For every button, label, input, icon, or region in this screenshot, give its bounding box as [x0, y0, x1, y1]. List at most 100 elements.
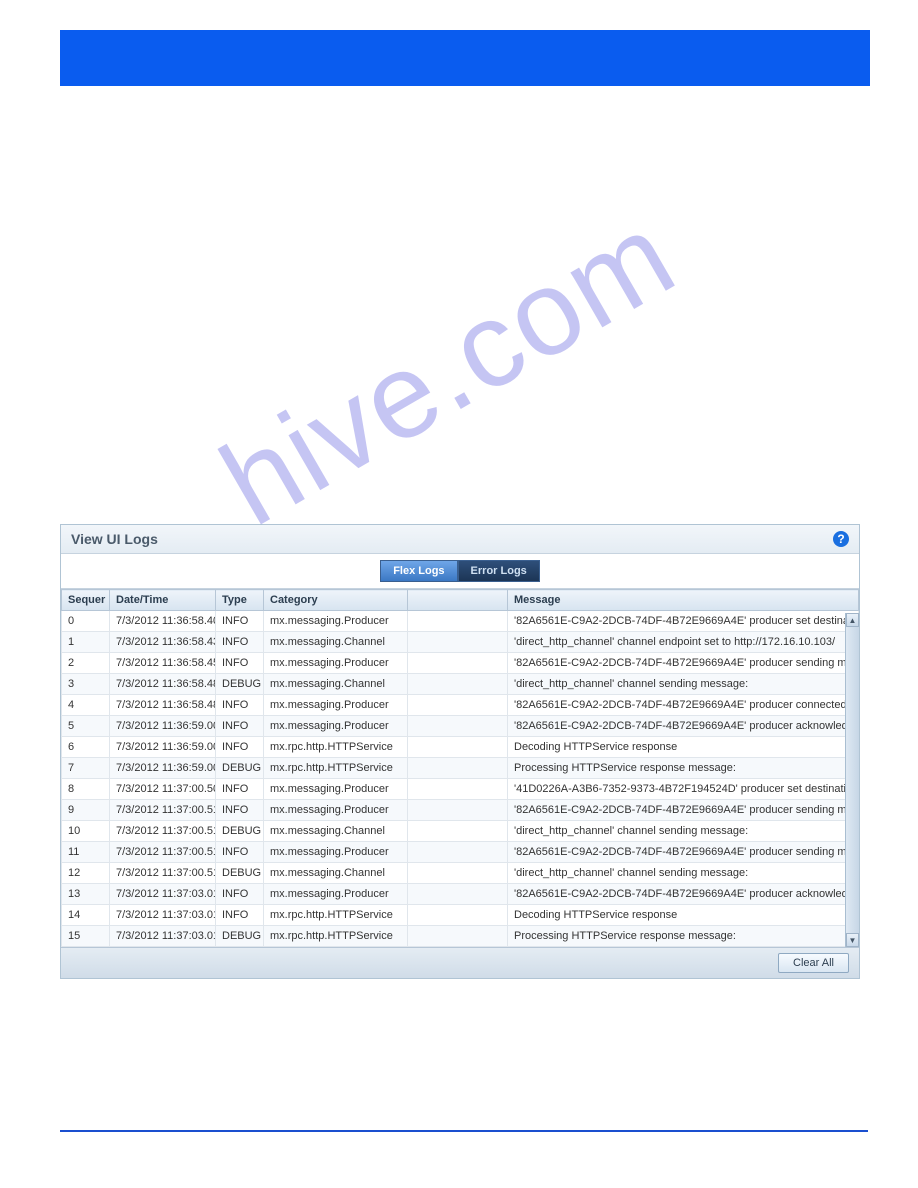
cell-cat: mx.messaging.Producer [264, 779, 408, 800]
cell-dt: 7/3/2012 11:36:58.48 [110, 695, 216, 716]
cell-seq: 6 [62, 737, 110, 758]
cell-seq: 3 [62, 674, 110, 695]
scroll-up-icon[interactable]: ▲ [846, 613, 859, 627]
cell-msg: '82A6561E-C9A2-2DCB-74DF-4B72E9669A4E' p… [508, 842, 859, 863]
table-row[interactable]: 147/3/2012 11:37:03.01INFOmx.rpc.http.HT… [62, 905, 859, 926]
table-row[interactable]: 127/3/2012 11:37:00.51DEBUGmx.messaging.… [62, 863, 859, 884]
table-row[interactable]: 117/3/2012 11:37:00.51INFOmx.messaging.P… [62, 842, 859, 863]
cell-spacer [408, 716, 508, 737]
cell-cat: mx.rpc.http.HTTPService [264, 737, 408, 758]
col-header-sequence[interactable]: Sequer [62, 590, 110, 611]
cell-msg: '82A6561E-C9A2-2DCB-74DF-4B72E9669A4E' p… [508, 611, 859, 632]
cell-dt: 7/3/2012 11:37:00.51 [110, 800, 216, 821]
scroll-down-icon[interactable]: ▼ [846, 933, 859, 947]
table-header-row: Sequer Date/Time Type Category Message [62, 590, 859, 611]
cell-msg: 'direct_http_channel' channel endpoint s… [508, 632, 859, 653]
cell-dt: 7/3/2012 11:36:58.45 [110, 653, 216, 674]
cell-type: INFO [216, 737, 264, 758]
tab-error-logs[interactable]: Error Logs [458, 560, 540, 582]
cell-spacer [408, 884, 508, 905]
table-row[interactable]: 67/3/2012 11:36:59.00INFOmx.rpc.http.HTT… [62, 737, 859, 758]
cell-spacer [408, 926, 508, 947]
cell-type: DEBUG [216, 863, 264, 884]
cell-msg: Decoding HTTPService response [508, 737, 859, 758]
cell-type: INFO [216, 779, 264, 800]
help-icon[interactable]: ? [833, 531, 849, 547]
cell-cat: mx.messaging.Producer [264, 800, 408, 821]
vertical-scrollbar[interactable]: ▲ ▼ [845, 613, 859, 947]
cell-seq: 5 [62, 716, 110, 737]
col-header-category[interactable]: Category [264, 590, 408, 611]
cell-seq: 11 [62, 842, 110, 863]
cell-dt: 7/3/2012 11:37:03.01 [110, 905, 216, 926]
col-header-spacer [408, 590, 508, 611]
watermark-text: hive.com [199, 185, 698, 553]
cell-type: INFO [216, 695, 264, 716]
cell-spacer [408, 800, 508, 821]
table-row[interactable]: 157/3/2012 11:37:03.01DEBUGmx.rpc.http.H… [62, 926, 859, 947]
cell-dt: 7/3/2012 11:36:59.00 [110, 758, 216, 779]
table-row[interactable]: 37/3/2012 11:36:58.48DEBUGmx.messaging.C… [62, 674, 859, 695]
cell-cat: mx.rpc.http.HTTPService [264, 905, 408, 926]
cell-spacer [408, 653, 508, 674]
cell-seq: 9 [62, 800, 110, 821]
cell-spacer [408, 737, 508, 758]
table-row[interactable]: 97/3/2012 11:37:00.51INFOmx.messaging.Pr… [62, 800, 859, 821]
cell-seq: 4 [62, 695, 110, 716]
cell-seq: 12 [62, 863, 110, 884]
cell-type: INFO [216, 653, 264, 674]
cell-cat: mx.messaging.Producer [264, 842, 408, 863]
cell-spacer [408, 611, 508, 632]
log-grid-wrap: Sequer Date/Time Type Category Message 0… [61, 589, 859, 947]
panel-header: View UI Logs ? [61, 525, 859, 554]
cell-msg: '82A6561E-C9A2-2DCB-74DF-4B72E9669A4E' p… [508, 884, 859, 905]
cell-cat: mx.messaging.Producer [264, 695, 408, 716]
cell-dt: 7/3/2012 11:36:58.43 [110, 632, 216, 653]
cell-cat: mx.messaging.Channel [264, 674, 408, 695]
cell-dt: 7/3/2012 11:36:59.00 [110, 737, 216, 758]
cell-type: DEBUG [216, 758, 264, 779]
page-footer-rule [60, 1130, 868, 1132]
table-row[interactable]: 87/3/2012 11:37:00.50INFOmx.messaging.Pr… [62, 779, 859, 800]
cell-type: DEBUG [216, 821, 264, 842]
col-header-message[interactable]: Message [508, 590, 859, 611]
col-header-type[interactable]: Type [216, 590, 264, 611]
table-row[interactable]: 47/3/2012 11:36:58.48INFOmx.messaging.Pr… [62, 695, 859, 716]
cell-cat: mx.messaging.Producer [264, 653, 408, 674]
cell-msg: 'direct_http_channel' channel sending me… [508, 863, 859, 884]
cell-msg: '82A6561E-C9A2-2DCB-74DF-4B72E9669A4E' p… [508, 653, 859, 674]
cell-cat: mx.rpc.http.HTTPService [264, 926, 408, 947]
cell-seq: 0 [62, 611, 110, 632]
clear-all-button[interactable]: Clear All [778, 953, 849, 973]
panel-title: View UI Logs [71, 531, 158, 547]
cell-type: INFO [216, 884, 264, 905]
cell-dt: 7/3/2012 11:37:00.51 [110, 821, 216, 842]
cell-cat: mx.messaging.Channel [264, 863, 408, 884]
cell-type: DEBUG [216, 926, 264, 947]
cell-type: INFO [216, 905, 264, 926]
table-row[interactable]: 57/3/2012 11:36:59.00INFOmx.messaging.Pr… [62, 716, 859, 737]
cell-msg: '82A6561E-C9A2-2DCB-74DF-4B72E9669A4E' p… [508, 695, 859, 716]
cell-dt: 7/3/2012 11:37:03.01 [110, 884, 216, 905]
col-header-datetime[interactable]: Date/Time [110, 590, 216, 611]
cell-spacer [408, 632, 508, 653]
cell-dt: 7/3/2012 11:37:00.51 [110, 863, 216, 884]
cell-cat: mx.messaging.Channel [264, 632, 408, 653]
cell-spacer [408, 758, 508, 779]
cell-seq: 10 [62, 821, 110, 842]
cell-spacer [408, 905, 508, 926]
cell-cat: mx.rpc.http.HTTPService [264, 758, 408, 779]
cell-cat: mx.messaging.Producer [264, 611, 408, 632]
table-row[interactable]: 27/3/2012 11:36:58.45INFOmx.messaging.Pr… [62, 653, 859, 674]
table-row[interactable]: 17/3/2012 11:36:58.43INFOmx.messaging.Ch… [62, 632, 859, 653]
table-row[interactable]: 07/3/2012 11:36:58.40INFOmx.messaging.Pr… [62, 611, 859, 632]
table-row[interactable]: 77/3/2012 11:36:59.00DEBUGmx.rpc.http.HT… [62, 758, 859, 779]
table-row[interactable]: 107/3/2012 11:37:00.51DEBUGmx.messaging.… [62, 821, 859, 842]
tab-flex-logs[interactable]: Flex Logs [380, 560, 457, 582]
page-header-bar [60, 30, 870, 86]
cell-seq: 13 [62, 884, 110, 905]
cell-dt: 7/3/2012 11:36:58.48 [110, 674, 216, 695]
cell-msg: Processing HTTPService response message: [508, 926, 859, 947]
table-row[interactable]: 137/3/2012 11:37:03.01INFOmx.messaging.P… [62, 884, 859, 905]
cell-type: INFO [216, 632, 264, 653]
